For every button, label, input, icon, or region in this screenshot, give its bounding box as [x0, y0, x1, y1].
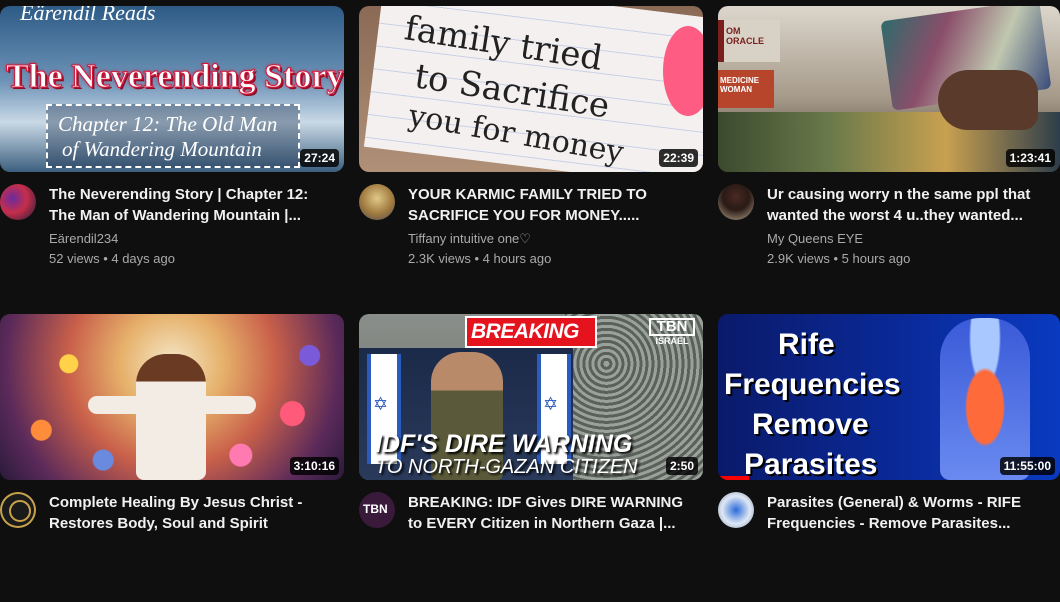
rife-text-line-4: Parasites: [744, 448, 878, 480]
video-thumbnail[interactable]: OM ORACLE MEDICINE WOMAN 1:23:41: [718, 6, 1060, 172]
video-title[interactable]: Parasites (General) & Worms - RIFE Frequ…: [767, 492, 1055, 534]
duration-badge: 2:50: [665, 457, 698, 475]
video-thumbnail[interactable]: ✡ ✡ BREAKING TBN ISRAEL IDF'S DIRE WARNI…: [359, 314, 703, 480]
tbn-logo-sub: ISRAEL: [655, 336, 689, 346]
video-stats: 2.9K views • 5 hours ago: [767, 251, 911, 266]
oracle-book-1-label: OM ORACLE: [726, 26, 764, 46]
video-card[interactable]: Eärendil Reads The Neverending Story Cha…: [0, 6, 344, 294]
hand: [938, 70, 1038, 130]
video-thumbnail[interactable]: Eärendil Reads The Neverending Story Cha…: [0, 6, 344, 172]
thumbnail-subtitle-box: Chapter 12: The Old Man of Wandering Mou…: [46, 104, 300, 168]
duration-badge: 22:39: [659, 149, 698, 167]
video-meta: TBN BREAKING: IDF Gives DIRE WARNING to …: [359, 492, 703, 602]
headline-line-1: IDF'S DIRE WARNING: [375, 430, 633, 458]
video-thumbnail[interactable]: family tried to Sacrifice you for money …: [359, 6, 703, 172]
channel-avatar[interactable]: [0, 492, 36, 528]
thumbnail-channel-text: Eärendil Reads: [20, 6, 156, 25]
video-thumbnail[interactable]: Rife Frequencies Remove Parasites 11:55:…: [718, 314, 1060, 480]
oracle-book-2-label: MEDICINE WOMAN: [720, 76, 760, 94]
thumbnail-title: The Neverending Story: [5, 58, 344, 96]
rife-text-line-1: Rife: [778, 328, 835, 361]
video-thumbnail[interactable]: 3:10:16: [0, 314, 344, 480]
tbn-logo: TBN ISRAEL: [649, 318, 695, 346]
star-of-david-icon: ✡: [373, 394, 389, 414]
video-meta: Parasites (General) & Worms - RIFE Frequ…: [718, 492, 1060, 602]
rife-text-line-2: Frequencies: [724, 368, 901, 401]
channel-avatar[interactable]: [0, 184, 36, 220]
duration-badge: 27:24: [300, 149, 339, 167]
video-card[interactable]: ✡ ✡ BREAKING TBN ISRAEL IDF'S DIRE WARNI…: [359, 314, 703, 602]
avatar-text: TBN: [363, 502, 388, 516]
channel-name[interactable]: Tiffany intuitive one♡: [408, 231, 531, 247]
tbn-logo-text: TBN: [649, 318, 695, 336]
video-meta: The Neverending Story | Chapter 12: The …: [0, 184, 344, 294]
video-card[interactable]: OM ORACLE MEDICINE WOMAN 1:23:41 Ur caus…: [718, 6, 1060, 294]
oracle-book-2: MEDICINE WOMAN: [718, 70, 774, 108]
channel-avatar[interactable]: [718, 492, 754, 528]
video-meta: Ur causing worry n the same ppl that wan…: [718, 184, 1060, 294]
duration-badge: 11:55:00: [999, 457, 1055, 475]
headline-line-2: TO NORTH-GAZAN CITIZEN: [375, 456, 638, 478]
jesus-figure: [136, 354, 206, 480]
video-title[interactable]: YOUR KARMIC FAMILY TRIED TO SACRIFICE YO…: [408, 184, 696, 226]
breaking-banner-text: BREAKING: [471, 320, 580, 343]
watch-progress-bar: [718, 476, 749, 480]
video-card[interactable]: Rife Frequencies Remove Parasites 11:55:…: [718, 314, 1060, 602]
star-of-david-icon: ✡: [543, 394, 559, 414]
video-title[interactable]: Complete Healing By Jesus Christ - Resto…: [49, 492, 337, 534]
avatar-emblem-icon: [9, 500, 31, 522]
oracle-book-1: OM ORACLE: [718, 20, 780, 62]
channel-avatar[interactable]: [718, 184, 754, 220]
video-card[interactable]: 3:10:16 Complete Healing By Jesus Christ…: [0, 314, 344, 602]
video-stats: 52 views • 4 days ago: [49, 251, 175, 266]
video-title[interactable]: Ur causing worry n the same ppl that wan…: [767, 184, 1055, 226]
video-card[interactable]: family tried to Sacrifice you for money …: [359, 6, 703, 294]
anatomy-figure: [940, 318, 1030, 480]
duration-badge: 3:10:16: [289, 457, 339, 475]
channel-avatar[interactable]: TBN: [359, 492, 395, 528]
video-title[interactable]: The Neverending Story | Chapter 12: The …: [49, 184, 337, 226]
channel-avatar[interactable]: [359, 184, 395, 220]
channel-name[interactable]: Eärendil234: [49, 231, 118, 246]
rife-text-line-3: Remove: [752, 408, 869, 441]
breaking-banner: BREAKING: [465, 316, 597, 348]
video-stats: 2.3K views • 4 hours ago: [408, 251, 552, 266]
video-title[interactable]: BREAKING: IDF Gives DIRE WARNING to EVER…: [408, 492, 696, 534]
thumbnail-subtitle-line-1: Chapter 12: The Old Man: [58, 112, 278, 136]
channel-name[interactable]: My Queens EYE: [767, 231, 863, 246]
duration-badge: 1:23:41: [1005, 149, 1055, 167]
outstretched-arms: [88, 396, 256, 414]
video-meta: Complete Healing By Jesus Christ - Resto…: [0, 492, 344, 602]
thumbnail-subtitle-line-2: of Wandering Mountain: [62, 137, 262, 161]
video-meta: YOUR KARMIC FAMILY TRIED TO SACRIFICE YO…: [359, 184, 703, 294]
